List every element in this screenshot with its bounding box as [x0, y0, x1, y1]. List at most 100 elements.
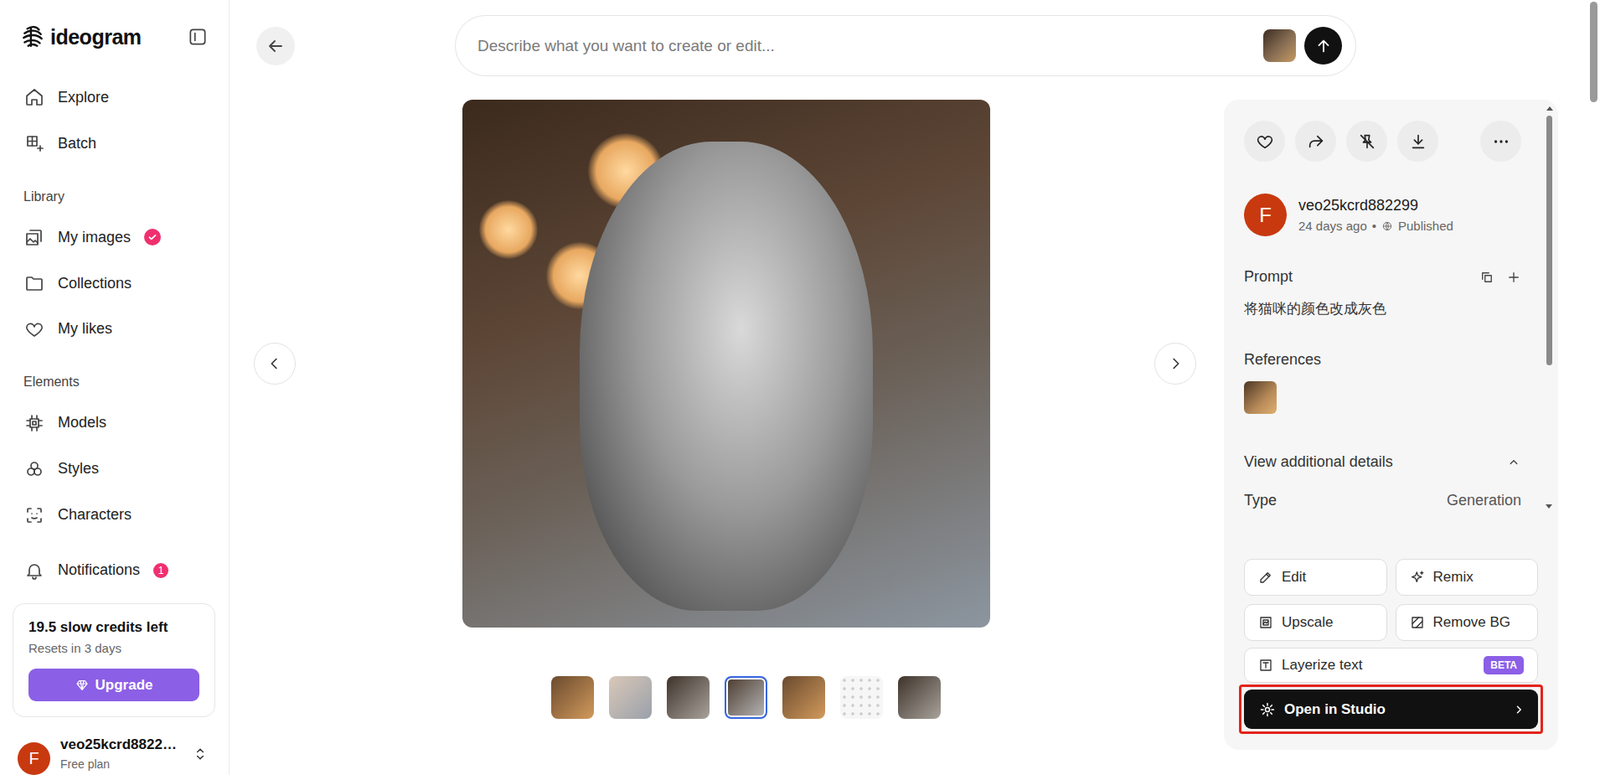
logo-row: ideogram	[0, 0, 229, 75]
nav-item[interactable]: My likes	[0, 306, 229, 353]
bell-icon	[24, 560, 45, 581]
scroll-down-arrow-icon[interactable]	[1545, 504, 1553, 509]
panel-scrollbar[interactable]	[1545, 106, 1554, 366]
separator: •	[1372, 218, 1377, 233]
details-scroll-area: Fveo25kcrd88229924 days ago•PublishedPro…	[1243, 120, 1539, 531]
toolbar-button[interactable]	[1346, 120, 1388, 162]
prompt-input[interactable]: Describe what you want to create or edit…	[477, 36, 1255, 56]
prompt-tools	[1479, 269, 1522, 285]
nav-item[interactable]: Models	[0, 399, 229, 446]
prompt-bar[interactable]: Describe what you want to create or edit…	[454, 15, 1357, 77]
thumbnail[interactable]	[551, 676, 594, 719]
thumbnail[interactable]	[782, 676, 826, 719]
upscale-icon	[1258, 614, 1274, 630]
page-scrollbar-thumb[interactable]	[1589, 1, 1598, 103]
references-label: References	[1243, 350, 1522, 369]
user-row[interactable]: Fveo25kcrd8822…Free plan	[0, 717, 229, 775]
action-buttons: EditRemix Upscale Remove BG Layerize textBE…	[1243, 558, 1539, 683]
back-button[interactable]	[256, 26, 295, 66]
action-label: Upscale	[1281, 614, 1333, 631]
nav-item[interactable]: Characters	[0, 491, 229, 538]
cat-figure	[579, 141, 873, 611]
studio-label: Open in Studio	[1284, 701, 1503, 718]
chevron-right-icon	[1166, 354, 1185, 373]
nav-item[interactable]: My images	[0, 214, 229, 261]
plus-icon[interactable]	[1506, 269, 1522, 285]
action-label: Remove BG	[1433, 614, 1512, 631]
like-heart-icon	[1255, 132, 1275, 151]
scrollbar-thumb[interactable]	[1546, 115, 1553, 366]
prev-column	[253, 99, 296, 628]
nav-item-icon	[24, 505, 45, 526]
bokeh-light	[479, 200, 538, 259]
copy-icon[interactable]	[1479, 269, 1495, 285]
studio-highlight: Open in Studio	[1238, 684, 1544, 734]
detail-label: Type	[1243, 491, 1277, 510]
toolbar-button[interactable]	[1397, 120, 1439, 162]
details-panel: Fveo25kcrd88229924 days ago•PublishedPro…	[1223, 99, 1559, 750]
detail-row: TypeGeneration	[1243, 491, 1522, 510]
layerize-button[interactable]: Layerize textBETA	[1243, 647, 1539, 683]
author-text: veo25kcrd88229924 days ago•Published	[1298, 196, 1454, 233]
toolbar-button[interactable]	[1243, 120, 1286, 162]
additional-details-toggle[interactable]: View additional details	[1243, 453, 1522, 471]
ideogram-app: ideogram Explore Batch LibraryMy imagesColl…	[0, 0, 1600, 775]
previous-button[interactable]	[253, 342, 296, 385]
diamond-icon	[75, 678, 89, 692]
nav-item-icon	[24, 133, 45, 154]
nav-item[interactable]: Explore	[0, 74, 229, 121]
action-label: Layerize text	[1281, 656, 1363, 674]
scroll-up-arrow-icon[interactable]	[1546, 106, 1554, 111]
remove-bg-icon	[1409, 614, 1425, 630]
upgrade-button[interactable]: Upgrade	[28, 668, 200, 702]
image-column	[462, 99, 991, 719]
open-in-studio-button[interactable]: Open in Studio	[1243, 689, 1539, 729]
nav-item[interactable]: Styles	[0, 445, 229, 492]
author-row[interactable]: Fveo25kcrd88229924 days ago•Published	[1243, 193, 1522, 237]
action-button[interactable]: Upscale	[1243, 603, 1388, 641]
notifications-item[interactable]: Notifications1	[0, 547, 229, 594]
image-toolbar	[1243, 120, 1522, 162]
arrow-up-icon	[1314, 36, 1333, 56]
nav-item-icon	[24, 319, 45, 340]
nav-label: Explore	[57, 88, 109, 107]
additional-details-label: View additional details	[1243, 453, 1394, 471]
logo[interactable]: ideogram	[20, 24, 142, 50]
author-name: veo25kcrd882299	[1298, 196, 1454, 215]
reference-image[interactable]	[1243, 381, 1277, 414]
post-time: 24 days ago	[1298, 218, 1368, 233]
unpin-icon	[1357, 132, 1377, 151]
action-button[interactable]: Edit	[1243, 558, 1388, 596]
verified-badge	[144, 228, 161, 246]
thumbnail[interactable]	[609, 676, 652, 719]
chevron-right-icon	[1511, 701, 1527, 718]
sparkle-icon	[1409, 569, 1425, 585]
section-label: Library	[0, 166, 229, 215]
nav-item[interactable]: Batch	[0, 120, 229, 167]
more-button[interactable]	[1480, 120, 1522, 162]
next-button[interactable]	[1154, 342, 1197, 385]
chevron-left-icon	[265, 354, 284, 373]
thumbnail[interactable]	[898, 676, 941, 719]
nav-item-icon	[24, 459, 45, 480]
stage: Fveo25kcrd88229924 days ago•PublishedPro…	[229, 99, 1600, 750]
nav-label: Notifications	[57, 561, 140, 579]
action-button[interactable]: Remix	[1395, 558, 1539, 596]
thumbnail[interactable]	[840, 676, 883, 719]
send-button[interactable]	[1304, 26, 1342, 65]
toolbar-button[interactable]	[1295, 120, 1337, 162]
nav-item[interactable]: Collections	[0, 260, 229, 307]
nav-label: Batch	[57, 134, 97, 153]
next-column	[1154, 99, 1197, 628]
user-plan: Free plan	[60, 757, 182, 771]
thumbnail[interactable]	[724, 676, 768, 719]
action-button[interactable]: Remove BG	[1395, 603, 1539, 641]
reference-thumbnail[interactable]	[1263, 29, 1296, 62]
edit-pen-icon	[1258, 569, 1274, 585]
sidebar-toggle-icon[interactable]	[186, 25, 209, 48]
thumbnail[interactable]	[666, 676, 710, 719]
credits-card: 19.5 slow credits leftResets in 3 daysUp…	[12, 603, 216, 718]
user-name: veo25kcrd8822…	[60, 736, 182, 754]
prompt-header: Prompt	[1243, 268, 1522, 286]
generated-image	[462, 99, 991, 628]
